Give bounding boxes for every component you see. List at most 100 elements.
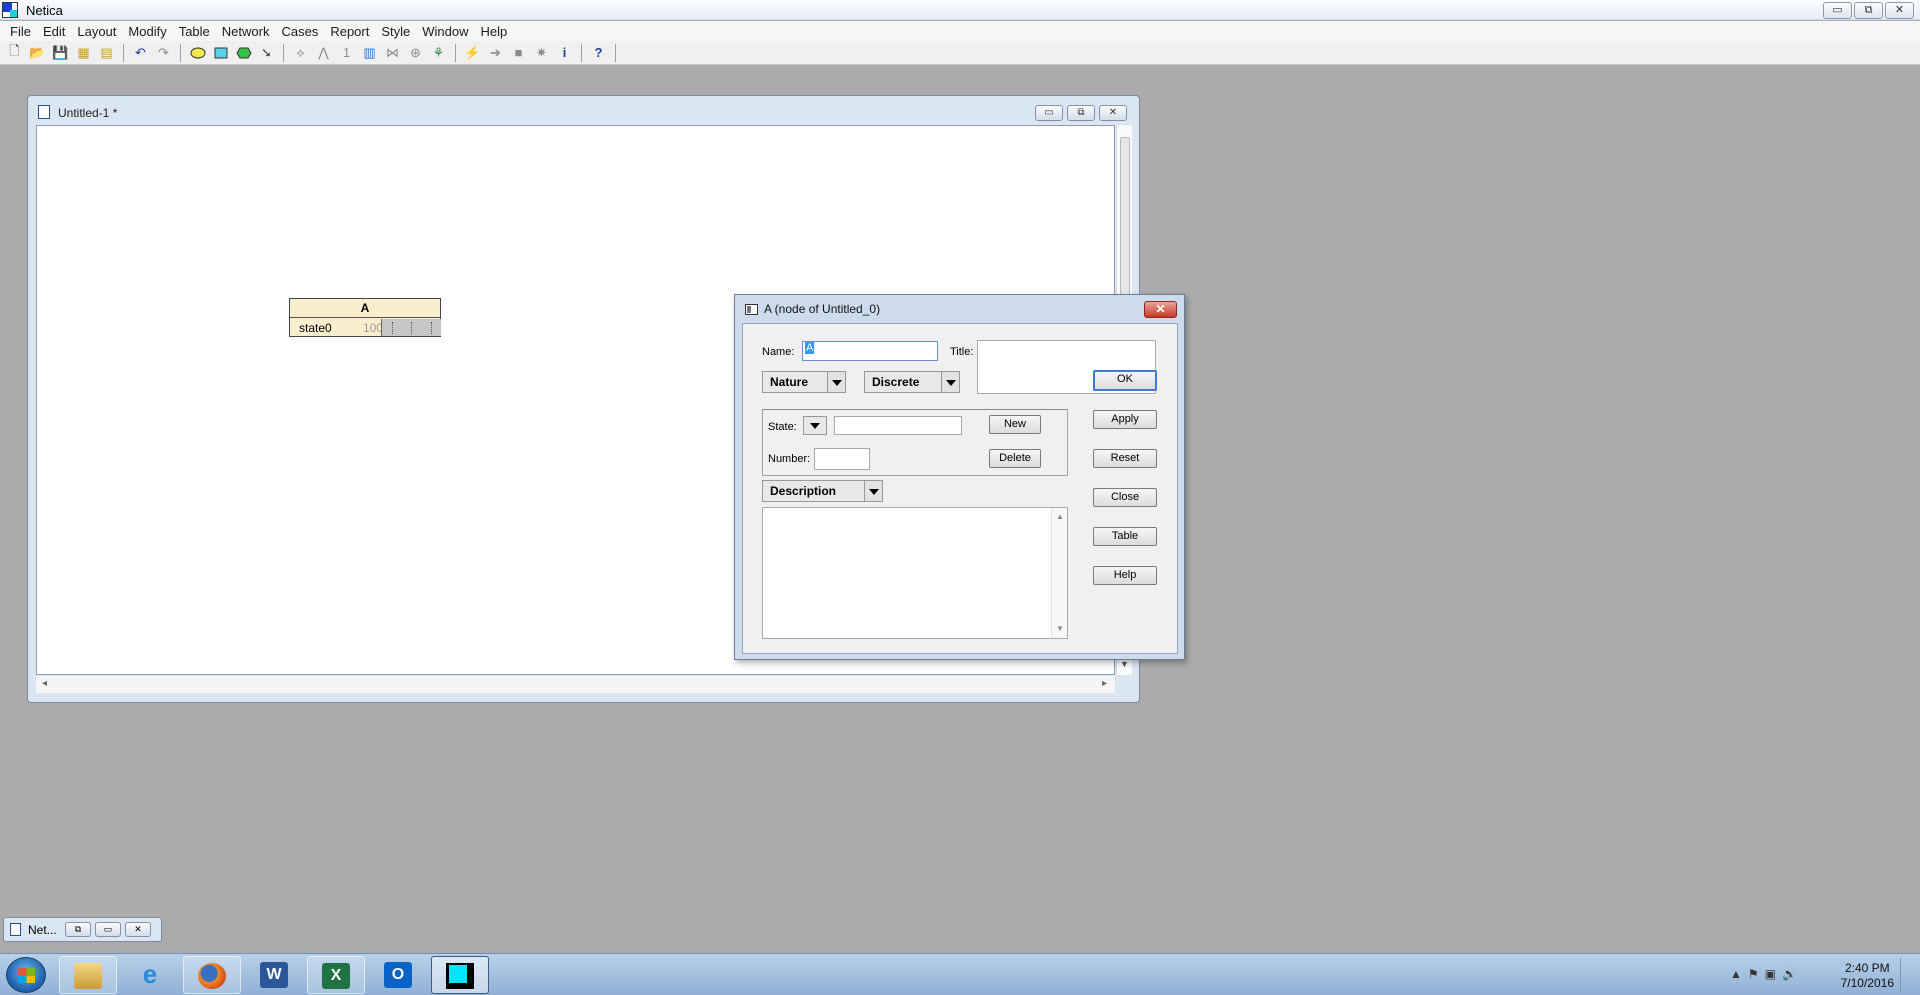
menu-modify[interactable]: Modify — [122, 24, 172, 39]
dialog-title-bar[interactable]: A (node of Untitled_0) ✕ — [735, 295, 1184, 321]
bayes-node[interactable]: A state0 100 — [289, 298, 441, 337]
open-icon[interactable]: 📂 — [27, 42, 48, 63]
scroll-down-arrow-icon[interactable]: ▼ — [1120, 659, 1129, 669]
description-textarea[interactable]: ▲ ▼ — [762, 507, 1068, 639]
menu-cases[interactable]: Cases — [275, 24, 324, 39]
node-properties-dialog: A (node of Untitled_0) ✕ Name: A Title: … — [734, 294, 1185, 660]
menu-layout[interactable]: Layout — [71, 24, 122, 39]
document-restore-button[interactable]: ⧉ — [1067, 105, 1095, 121]
menu-help[interactable]: Help — [475, 24, 514, 39]
dialog-close-button[interactable]: ✕ — [1144, 301, 1177, 318]
absorb-icon[interactable]: ⋀ — [313, 42, 334, 63]
taskbar-word[interactable]: W — [246, 956, 304, 994]
undo-icon[interactable]: ↶ — [130, 42, 151, 63]
minimized-restore-button[interactable]: ⧉ — [65, 922, 91, 937]
discrete-dropdown[interactable]: Discrete — [864, 371, 960, 393]
pointer-icon[interactable]: ➘ — [256, 42, 277, 63]
menu-style[interactable]: Style — [375, 24, 416, 39]
menu-edit[interactable]: Edit — [37, 24, 71, 39]
taskbar-firefox[interactable] — [183, 956, 241, 994]
find-icon[interactable]: ⊛ — [405, 42, 426, 63]
state-label: State: — [768, 421, 797, 433]
shrink-icon[interactable]: ⋈ — [382, 42, 403, 63]
rectangle-node-icon[interactable] — [210, 42, 231, 63]
taskbar-excel[interactable]: X — [307, 956, 365, 994]
info-icon[interactable]: i — [554, 42, 575, 63]
apply-button[interactable]: Apply — [1093, 410, 1157, 429]
clock[interactable]: 2:40 PM 7/10/2016 — [1841, 961, 1894, 991]
ok-button[interactable]: OK — [1093, 370, 1157, 391]
save-icon[interactable]: 💾 — [50, 42, 71, 63]
scroll-down-arrow-icon[interactable]: ▼ — [1056, 624, 1064, 633]
firefox-icon — [198, 963, 226, 989]
minimized-window[interactable]: Net... ⧉ ▭ ✕ — [3, 917, 162, 942]
node-name: A — [290, 299, 440, 318]
vertical-scroll-thumb[interactable] — [1120, 137, 1130, 312]
minimized-maximize-button[interactable]: ▭ — [95, 922, 121, 937]
description-scrollbar[interactable]: ▲ ▼ — [1051, 508, 1067, 638]
decision-icon[interactable]: ■ — [508, 42, 529, 63]
taskbar-outlook[interactable]: O — [370, 956, 428, 994]
close-button[interactable]: Close — [1093, 488, 1157, 507]
show-desktop-button[interactable] — [1900, 958, 1910, 992]
horizontal-scrollbar[interactable]: ◂ ▸ — [36, 676, 1115, 693]
scroll-left-arrow-icon[interactable]: ◂ — [42, 678, 47, 689]
document-minimize-button[interactable]: ▭ — [1035, 105, 1063, 121]
name-value: A — [805, 342, 815, 354]
flash-icon[interactable]: ⚡ — [462, 42, 483, 63]
nature-dropdown[interactable]: Nature — [762, 371, 846, 393]
redo-icon[interactable]: ↷ — [153, 42, 174, 63]
scroll-up-arrow-icon[interactable]: ▲ — [1056, 512, 1064, 521]
app-close-button[interactable]: ✕ — [1885, 2, 1914, 19]
delete-state-button[interactable]: Delete — [989, 449, 1041, 468]
chevron-down-icon — [864, 481, 882, 501]
reset-button[interactable]: Reset — [1093, 449, 1157, 468]
state-dropdown[interactable] — [803, 416, 827, 435]
number-icon[interactable]: 1 — [336, 42, 357, 63]
table-button[interactable]: Table — [1093, 527, 1157, 546]
network-icon[interactable]: ▣ — [1765, 967, 1782, 981]
menu-report[interactable]: Report — [324, 24, 375, 39]
new-state-button[interactable]: New — [989, 415, 1041, 434]
star-icon[interactable]: ✷ — [531, 42, 552, 63]
ellipse-node-icon[interactable] — [187, 42, 208, 63]
link-icon[interactable]: ⚘ — [428, 42, 449, 63]
chevron-down-icon — [941, 372, 959, 392]
dialog-window-icon — [745, 304, 758, 315]
new-icon[interactable]: 🗋 — [4, 42, 25, 63]
menu-window[interactable]: Window — [416, 24, 474, 39]
internet-explorer-icon: e — [142, 959, 158, 989]
app-minimize-button[interactable]: ▭ — [1823, 2, 1852, 19]
help-icon[interactable]: ? — [588, 42, 609, 63]
save-all-icon[interactable]: ▦ — [73, 42, 94, 63]
arrow-icon[interactable]: ➔ — [485, 42, 506, 63]
scroll-right-arrow-icon[interactable]: ▸ — [1102, 678, 1107, 689]
taskbar-explorer[interactable] — [59, 956, 117, 994]
help-button[interactable]: Help — [1093, 566, 1157, 585]
app-window-controls: ▭ ⧉ ✕ — [1823, 2, 1914, 19]
menu-network[interactable]: Network — [216, 24, 276, 39]
document-close-button[interactable]: ✕ — [1099, 105, 1127, 121]
description-dropdown[interactable]: Description — [762, 480, 883, 502]
document-title-bar[interactable]: Untitled-1 * ▭ ⧉ ✕ — [28, 96, 1139, 124]
hexagon-node-icon[interactable] — [233, 42, 254, 63]
number-field[interactable] — [814, 448, 870, 470]
print-icon[interactable]: ▤ — [96, 42, 117, 63]
name-field[interactable]: A — [802, 341, 938, 361]
state-field[interactable] — [834, 416, 962, 435]
toolbar-separator — [180, 43, 181, 62]
name-label: Name: — [762, 346, 795, 358]
start-button[interactable] — [6, 957, 46, 993]
toolbar-separator — [455, 43, 456, 62]
action-center-flag-icon[interactable]: ⚑ — [1748, 967, 1765, 981]
show-hidden-icon[interactable]: ▲ — [1730, 967, 1748, 981]
compile-icon[interactable]: ⟡ — [290, 42, 311, 63]
menu-file[interactable]: File — [4, 24, 37, 39]
minimized-close-button[interactable]: ✕ — [125, 922, 151, 937]
app-restore-button[interactable]: ⧉ — [1854, 2, 1883, 19]
chart-icon[interactable]: ▥ — [359, 42, 380, 63]
taskbar-internet-explorer[interactable]: e — [122, 956, 180, 994]
taskbar-netica[interactable] — [431, 956, 489, 994]
volume-icon[interactable]: 🔊 — [1782, 967, 1803, 981]
menu-table[interactable]: Table — [173, 24, 216, 39]
